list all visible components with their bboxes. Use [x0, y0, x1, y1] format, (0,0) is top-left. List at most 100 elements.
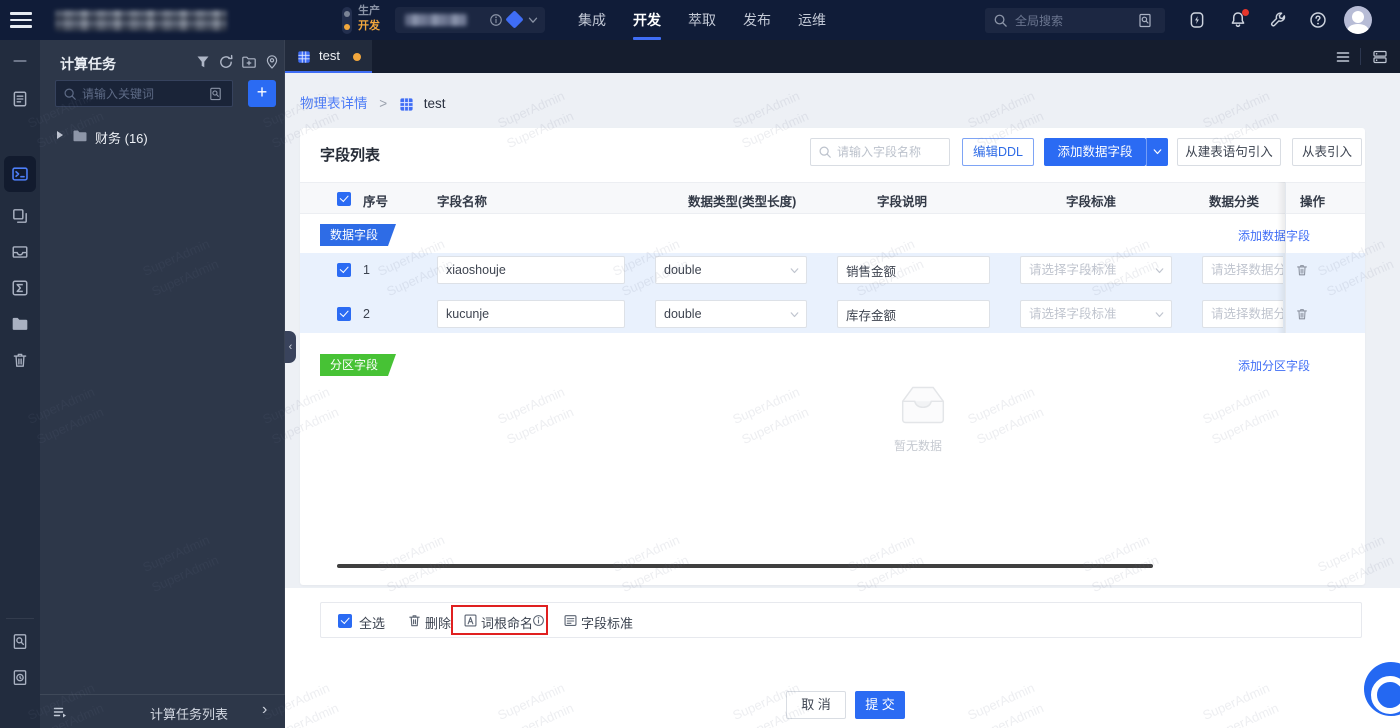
project-selector[interactable]: [395, 7, 545, 33]
function-sigma-icon[interactable]: [11, 279, 29, 297]
env-label-production[interactable]: 生产: [358, 5, 380, 18]
help-icon[interactable]: [1309, 11, 1327, 29]
horizontal-scrollbar[interactable]: [337, 564, 1153, 568]
main-menu-icon[interactable]: [10, 12, 32, 28]
folder-icon[interactable]: [11, 315, 29, 333]
add-task-button[interactable]: +: [248, 80, 276, 107]
unsaved-dot: [353, 53, 361, 61]
root-naming-info-icon[interactable]: [532, 614, 545, 627]
nav-item-publish[interactable]: 发布: [743, 0, 771, 40]
nav-item-extraction[interactable]: 萃取: [688, 0, 716, 40]
delete-trash-icon[interactable]: [407, 613, 422, 628]
data-classification-select[interactable]: 请选择数据分类: [1202, 256, 1283, 284]
data-classification-select[interactable]: 请选择数据分类: [1202, 300, 1283, 328]
notification-bell-icon[interactable]: [1229, 9, 1249, 29]
editor-tab-bar: test: [285, 40, 1400, 73]
recycle-trash-icon[interactable]: [11, 351, 29, 369]
delete-row-icon[interactable]: [1295, 263, 1309, 277]
sidebar-collapse-handle[interactable]: ‹: [285, 331, 296, 363]
env-toggle[interactable]: [342, 7, 352, 34]
nav-item-development[interactable]: 开发: [633, 0, 661, 40]
partition-field-section-row: 分区字段 添加分区字段: [300, 344, 1365, 383]
notebook-icon[interactable]: [11, 90, 29, 108]
empty-state: 暂无数据: [878, 381, 958, 453]
partition-field-ribbon: 分区字段: [320, 354, 397, 376]
info-icon[interactable]: [489, 13, 503, 27]
select-all-label[interactable]: 全选: [359, 613, 385, 632]
delete-row-icon[interactable]: [1295, 307, 1309, 321]
user-avatar[interactable]: [1344, 6, 1372, 34]
field-search-box: [810, 138, 950, 166]
nav-item-ops[interactable]: 运维: [798, 0, 826, 40]
directory-search-icon[interactable]: [208, 86, 223, 101]
row-checkbox[interactable]: [337, 263, 351, 277]
filter-icon[interactable]: [195, 54, 211, 70]
add-field-dropdown-button[interactable]: [1146, 138, 1168, 166]
field-description-input[interactable]: [837, 300, 990, 328]
gem-icon: [505, 10, 524, 29]
resource-stack-icon[interactable]: [1372, 49, 1388, 65]
tools-wrench-icon[interactable]: [1269, 11, 1287, 29]
field-standard-select[interactable]: 请选择字段标准: [1020, 256, 1172, 284]
add-data-field-link[interactable]: 添加数据字段: [1238, 227, 1310, 244]
chevron-down-icon: [788, 264, 801, 277]
nav-item-integration[interactable]: 集成: [578, 0, 606, 40]
locate-pin-icon[interactable]: [264, 54, 280, 70]
global-search-input[interactable]: [1015, 8, 1123, 33]
field-standard-icon[interactable]: [563, 613, 578, 628]
edit-ddl-button[interactable]: 编辑DDL: [962, 138, 1034, 166]
select-all-checkbox[interactable]: [338, 614, 352, 628]
data-type-select[interactable]: double: [655, 300, 807, 328]
root-naming-label[interactable]: 词根命名: [481, 613, 533, 632]
field-description-input[interactable]: [837, 256, 990, 284]
search-scope-icon[interactable]: [1137, 12, 1153, 28]
compute-task-terminal-icon[interactable]: [11, 165, 29, 183]
compute-task-panel: 计算任务 + 财务 (16) 计算任务列表 ›: [40, 40, 285, 728]
row-checkbox[interactable]: [337, 307, 351, 321]
chevron-down-icon[interactable]: [526, 13, 540, 27]
table-icon: [399, 97, 414, 112]
clipboard-search-icon[interactable]: [11, 632, 29, 650]
left-icon-rail: [0, 40, 40, 728]
refresh-icon[interactable]: [218, 54, 234, 70]
add-partition-field-link[interactable]: 添加分区字段: [1238, 357, 1310, 374]
env-label-development[interactable]: 开发: [358, 20, 380, 33]
components-icon[interactable]: [11, 207, 29, 225]
select-all-header-checkbox[interactable]: [337, 192, 351, 206]
bulk-action-bar: 全选 删除 词根命名 字段标准: [320, 602, 1362, 638]
delete-label[interactable]: 删除: [425, 613, 451, 632]
col-standard: 字段标准: [1066, 195, 1117, 209]
tab-list-icon[interactable]: [1335, 49, 1351, 65]
task-list-footer[interactable]: 计算任务列表 ›: [40, 694, 285, 728]
field-name-input[interactable]: [437, 300, 625, 328]
import-from-ddl-button[interactable]: 从建表语句引入: [1177, 138, 1281, 166]
top-bar: 生产 开发 集成 开发 萃取 发布 运维: [0, 0, 1400, 40]
task-search-input[interactable]: [82, 81, 200, 106]
import-from-table-button[interactable]: 从表引入: [1292, 138, 1362, 166]
tab-test[interactable]: test: [285, 40, 372, 73]
submit-button[interactable]: 提 交: [855, 691, 905, 719]
data-type-select[interactable]: double: [655, 256, 807, 284]
field-name-input[interactable]: [437, 256, 625, 284]
quota-bolt-icon[interactable]: [1188, 11, 1206, 29]
root-naming-icon[interactable]: [463, 613, 478, 628]
empty-box-icon: [901, 386, 945, 424]
panel-title: 计算任务: [60, 56, 116, 72]
new-folder-icon[interactable]: [241, 54, 257, 70]
field-search-input[interactable]: [837, 139, 945, 165]
resource-inbox-icon[interactable]: [11, 243, 29, 261]
breadcrumb-link-table-detail[interactable]: 物理表详情: [300, 96, 368, 111]
collapse-dash-icon[interactable]: [11, 52, 29, 70]
field-list-card: 字段列表 编辑DDL 添加数据字段 从建表语句引入 从表引入 序号 字段名称 数…: [300, 128, 1365, 585]
col-field-name: 字段名称: [437, 195, 488, 209]
field-standard-select[interactable]: 请选择字段标准: [1020, 300, 1172, 328]
col-description: 字段说明: [877, 195, 928, 209]
clipboard-history-icon[interactable]: [11, 668, 29, 686]
col-actions: 操作: [1300, 195, 1326, 209]
cancel-button[interactable]: 取 消: [786, 691, 846, 719]
add-data-field-button[interactable]: 添加数据字段: [1044, 138, 1146, 166]
tree-item-finance[interactable]: 财务 (16): [40, 122, 285, 150]
caret-right-icon[interactable]: [57, 131, 63, 139]
data-field-section-row: 数据字段 添加数据字段: [300, 214, 1365, 253]
field-standard-label[interactable]: 字段标准: [581, 613, 633, 632]
